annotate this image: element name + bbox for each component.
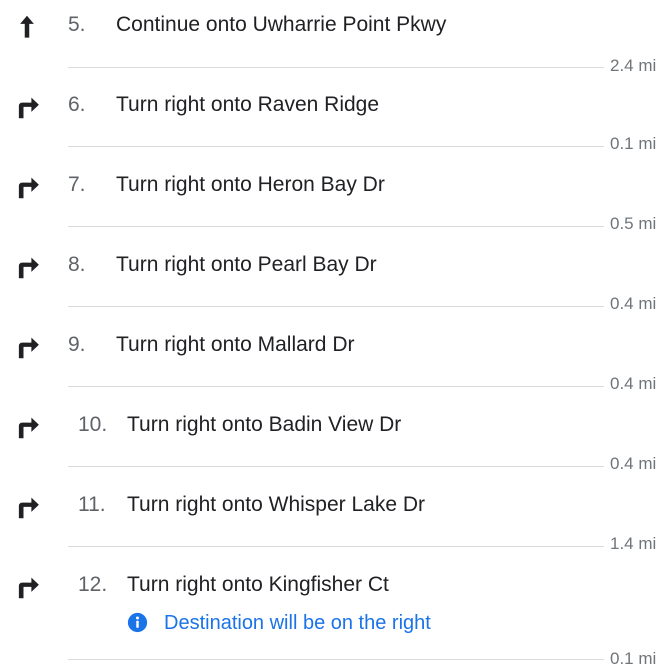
step-instruction: Turn right onto Badin View Dr <box>127 413 402 436</box>
turn-right-icon <box>12 412 42 442</box>
step-number: 12. <box>78 573 108 596</box>
step-divider <box>68 659 604 660</box>
direction-step-12[interactable]: 12. Turn right onto Kingfisher Ct Destin… <box>0 560 672 670</box>
turn-right-icon <box>12 572 42 602</box>
turn-right-icon <box>12 92 42 122</box>
step-divider <box>68 386 604 387</box>
destination-note-text: Destination will be on the right <box>164 612 431 634</box>
step-distance: 2.4 mi <box>610 56 657 75</box>
step-distance: 0.4 mi <box>610 374 657 393</box>
step-distance: 0.4 mi <box>610 454 657 473</box>
step-number: 6. <box>68 93 86 116</box>
step-instruction: Continue onto Uwharrie Point Pkwy <box>116 13 447 36</box>
step-instruction: Turn right onto Raven Ridge <box>116 93 380 116</box>
step-distance: 0.4 mi <box>610 294 657 313</box>
info-icon <box>127 612 148 633</box>
step-distance: 0.1 mi <box>610 649 657 668</box>
direction-step-10[interactable]: 10. Turn right onto Badin View Dr 0.4 mi <box>0 400 672 480</box>
step-number: 11. <box>78 493 106 516</box>
step-divider <box>68 67 604 68</box>
step-number: 9. <box>68 333 86 356</box>
step-divider <box>68 226 604 227</box>
step-instruction: Turn right onto Pearl Bay Dr <box>116 253 377 276</box>
direction-step-11[interactable]: 11. Turn right onto Whisper Lake Dr 1.4 … <box>0 480 672 560</box>
step-number: 10. <box>78 413 108 436</box>
step-divider <box>68 466 604 467</box>
step-instruction: Turn right onto Kingfisher Ct <box>127 573 389 596</box>
direction-step-6[interactable]: 6. Turn right onto Raven Ridge 0.1 mi <box>0 80 672 160</box>
turn-right-icon <box>12 492 42 522</box>
step-number: 8. <box>68 253 86 276</box>
step-distance: 0.5 mi <box>610 214 657 233</box>
turn-right-icon <box>12 172 42 202</box>
direction-step-8[interactable]: 8. Turn right onto Pearl Bay Dr 0.4 mi <box>0 240 672 320</box>
turn-right-icon <box>12 332 42 362</box>
step-number: 5. <box>68 13 86 36</box>
step-distance: 1.4 mi <box>610 534 657 553</box>
step-divider <box>68 306 604 307</box>
straight-arrow-icon <box>12 12 42 42</box>
step-number: 7. <box>68 173 86 196</box>
step-instruction: Turn right onto Heron Bay Dr <box>116 173 385 196</box>
turn-right-icon <box>12 252 42 282</box>
direction-step-9[interactable]: 9. Turn right onto Mallard Dr 0.4 mi <box>0 320 672 400</box>
step-instruction: Turn right onto Mallard Dr <box>116 333 355 356</box>
directions-step-list: 5. Continue onto Uwharrie Point Pkwy 2.4… <box>0 0 672 670</box>
step-divider <box>68 146 604 147</box>
step-distance: 0.1 mi <box>610 134 657 153</box>
direction-step-7[interactable]: 7. Turn right onto Heron Bay Dr 0.5 mi <box>0 160 672 240</box>
step-divider <box>68 546 604 547</box>
step-instruction: Turn right onto Whisper Lake Dr <box>127 493 426 516</box>
direction-step-5[interactable]: 5. Continue onto Uwharrie Point Pkwy 2.4… <box>0 0 672 80</box>
